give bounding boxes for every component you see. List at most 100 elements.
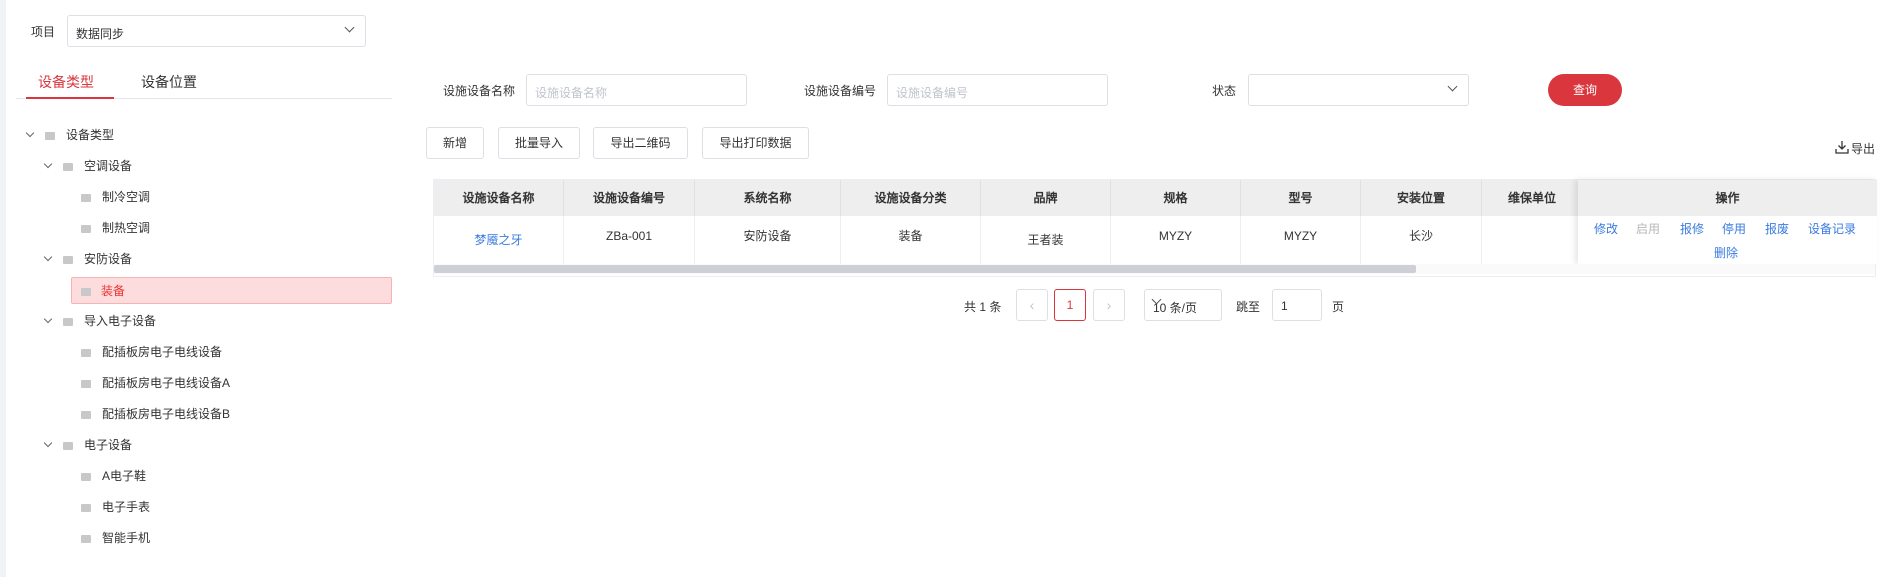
export-qr-button[interactable]: 导出二维码 [593,127,688,159]
tree-node[interactable]: 制热空调 [57,215,377,242]
repair-link[interactable]: 报修 [1680,220,1704,237]
project-select[interactable]: 数据同步 [67,15,366,47]
tree-node-selected[interactable]: 装备 [71,277,392,304]
status-select[interactable] [1248,74,1469,106]
column-header[interactable]: 安装位置 [1361,180,1482,216]
next-page-button[interactable]: › [1093,289,1125,321]
tree-node-label: 设备类型 [66,128,115,142]
tree-node[interactable]: 配插板房电子电线设备A [57,370,377,397]
tree-node[interactable]: 制冷空调 [57,184,377,211]
tree-node-label: 配插板房电子电线设备A [102,376,231,390]
column-header[interactable]: 品牌 [981,180,1111,216]
export-label: 导出 [1851,142,1876,156]
tree-node[interactable]: 智能手机 [57,525,377,552]
caret-down-icon[interactable] [43,314,53,324]
folder-icon [81,473,91,481]
folder-icon [63,442,73,450]
table-cell: 装备 [841,216,981,264]
tree-node-label: 配插板房电子电线设备 [102,345,223,359]
chevron-right-icon: › [1106,297,1112,313]
download-icon [1835,141,1849,154]
tree-node[interactable]: A电子鞋 [57,463,377,490]
table-cell: MYZY [1111,216,1241,264]
project-label: 项目 [31,25,56,39]
table-cell: ZBa-001 [564,216,695,264]
tab-device-location[interactable]: 设备位置 [141,72,197,92]
caret-down-icon[interactable] [25,128,35,138]
tab-device-type[interactable]: 设备类型 [38,72,94,92]
side-tabs: 设备类型 设备位置 [16,65,392,99]
code-filter-placeholder: 设施设备编号 [896,86,969,100]
name-filter-placeholder: 设施设备名称 [535,86,608,100]
code-filter-input[interactable]: 设施设备编号 [887,74,1108,106]
tree-node-label: 制冷空调 [102,190,151,204]
device-record-link[interactable]: 设备记录 [1808,220,1856,237]
page-unit-label: 页 [1332,300,1345,314]
tree-node-label: 装备 [101,284,126,298]
chevron-down-icon [1447,81,1458,92]
column-header[interactable]: 设施设备名称 [434,180,564,216]
tree-node-label: 智能手机 [102,531,151,545]
disable-link[interactable]: 停用 [1722,220,1746,237]
name-filter-input[interactable]: 设施设备名称 [526,74,747,106]
page-button-current[interactable]: 1 [1054,289,1086,321]
caret-down-icon[interactable] [43,252,53,262]
batch-import-button[interactable]: 批量导入 [498,127,580,159]
page-size-value: 10 条/页 [1153,301,1198,315]
device-name-link[interactable]: 梦魇之牙 [434,216,564,264]
export-print-button[interactable]: 导出打印数据 [702,127,809,159]
column-header[interactable]: 型号 [1241,180,1361,216]
tree-node[interactable]: 电子手表 [57,494,377,521]
project-select-value: 数据同步 [76,27,125,41]
tree-node[interactable]: 设备类型 [21,122,381,149]
tree-node-label: 电子设备 [84,438,133,452]
tree-node[interactable]: 配插板房电子电线设备B [57,401,377,428]
table-cell: MYZY [1241,216,1361,264]
table-cell: 长沙 [1361,216,1482,264]
code-filter-label: 设施设备编号 [804,84,877,98]
horizontal-scrollbar[interactable] [434,264,1875,274]
scrap-link[interactable]: 报废 [1765,220,1789,237]
device-table: 设施设备名称 设施设备编号 系统名称 设施设备分类 品牌 规格 型号 安装位置 … [433,179,1877,277]
chevron-left-icon: ‹ [1029,297,1035,313]
page-size-select[interactable]: 10 条/页 [1144,289,1222,321]
prev-page-button[interactable]: ‹ [1016,289,1048,321]
tree-node[interactable]: 配插板房电子电线设备 [57,339,377,366]
tree-node-label: 制热空调 [102,221,151,235]
tree-node-label: 空调设备 [84,159,133,173]
tree-node-label: 导入电子设备 [84,314,157,328]
column-header[interactable]: 规格 [1111,180,1241,216]
column-header[interactable]: 维保单位 [1482,180,1582,216]
total-count: 共 1 条 [964,300,1002,314]
column-header[interactable]: 设施设备分类 [841,180,981,216]
folder-icon [63,163,73,171]
tree-node[interactable]: 安防设备 [39,246,379,273]
column-header: 操作 [1578,180,1877,216]
tree-node-label: 配插板房电子电线设备B [102,407,231,421]
folder-icon [81,349,91,357]
table-cell [1482,216,1582,264]
tree-node[interactable]: 导入电子设备 [39,308,379,335]
folder-icon [81,535,91,543]
folder-icon [81,194,91,202]
column-header[interactable]: 系统名称 [695,180,841,216]
delete-link[interactable]: 删除 [1714,244,1738,261]
column-header[interactable]: 设施设备编号 [564,180,695,216]
enable-link[interactable]: 启用 [1636,220,1660,237]
actions-column: 操作 修改 启用 报修 停用 报废 设备记录 删除 [1578,180,1877,264]
query-button[interactable]: 查询 [1548,74,1622,106]
caret-down-icon[interactable] [43,159,53,169]
add-button[interactable]: 新增 [426,127,484,159]
jump-page-input[interactable]: 1 [1272,289,1322,321]
folder-icon [81,504,91,512]
folder-icon [81,411,91,419]
scrollbar-thumb[interactable] [434,265,1416,273]
tree-node[interactable]: 电子设备 [39,432,379,459]
page: 项目 数据同步 设备类型 设备位置 设备类型 空调设备 制冷空调 制热空调 安防… [6,0,1881,577]
edit-link[interactable]: 修改 [1594,220,1618,237]
folder-icon [63,256,73,264]
folder-icon [45,132,55,140]
caret-down-icon[interactable] [43,438,53,448]
tree-node[interactable]: 空调设备 [39,153,379,180]
export-button[interactable]: 导出 [1835,140,1875,157]
